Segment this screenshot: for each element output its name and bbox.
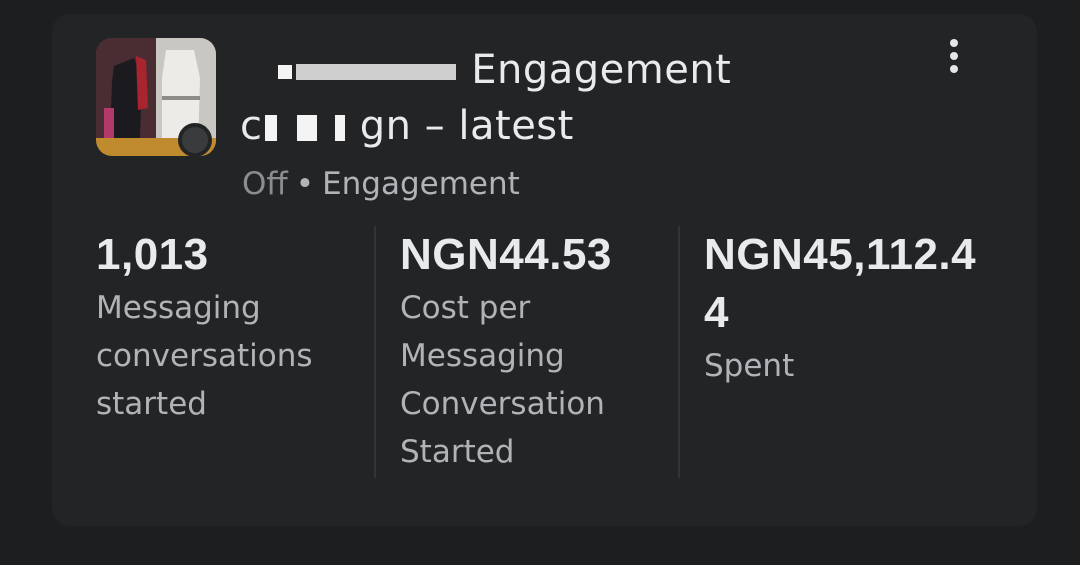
metric-divider: [678, 226, 680, 478]
redacted-block: [278, 65, 292, 79]
title-line1: Engagement: [471, 47, 732, 93]
campaign-objective: Engagement: [322, 166, 520, 202]
redacted-block: [334, 115, 345, 141]
metric-divider: [374, 226, 376, 478]
metric-value: NGN45,112.44: [704, 230, 977, 337]
metric-cost-per-conversation: NGN44.53 Cost per Messaging Conversation…: [400, 226, 680, 476]
redacted-block: [296, 115, 317, 141]
meta-separator: •: [295, 166, 315, 202]
campaign-status: Off: [242, 166, 288, 202]
vertical-ellipsis-icon: [950, 52, 958, 60]
metric-label: Cost per Messaging Conversation Started: [400, 290, 605, 470]
campaign-card[interactable]: Engagement c gn – latest Off • Engagement …: [52, 14, 1037, 526]
status-dot-icon: [178, 123, 212, 157]
title-line2-prefix: c: [240, 103, 263, 149]
campaign-title[interactable]: Engagement c gn – latest: [240, 42, 800, 154]
campaign-meta: Off • Engagement: [242, 164, 520, 204]
vertical-ellipsis-icon: [950, 65, 958, 73]
metric-value: 1,013: [96, 230, 209, 279]
vertical-ellipsis-icon: [950, 39, 958, 47]
more-options-button[interactable]: [936, 34, 972, 78]
metric-spent: NGN45,112.44 Spent: [704, 226, 984, 390]
redacted-block: [264, 115, 277, 141]
title-line2: gn – latest: [359, 103, 574, 149]
metric-value: NGN44.53: [400, 230, 612, 279]
redacted-block: [296, 64, 456, 80]
metric-messaging-conversations: 1,013 Messaging conversations started: [96, 226, 376, 428]
metric-label: Spent: [704, 348, 795, 384]
metric-label: Messaging conversations started: [96, 290, 313, 422]
